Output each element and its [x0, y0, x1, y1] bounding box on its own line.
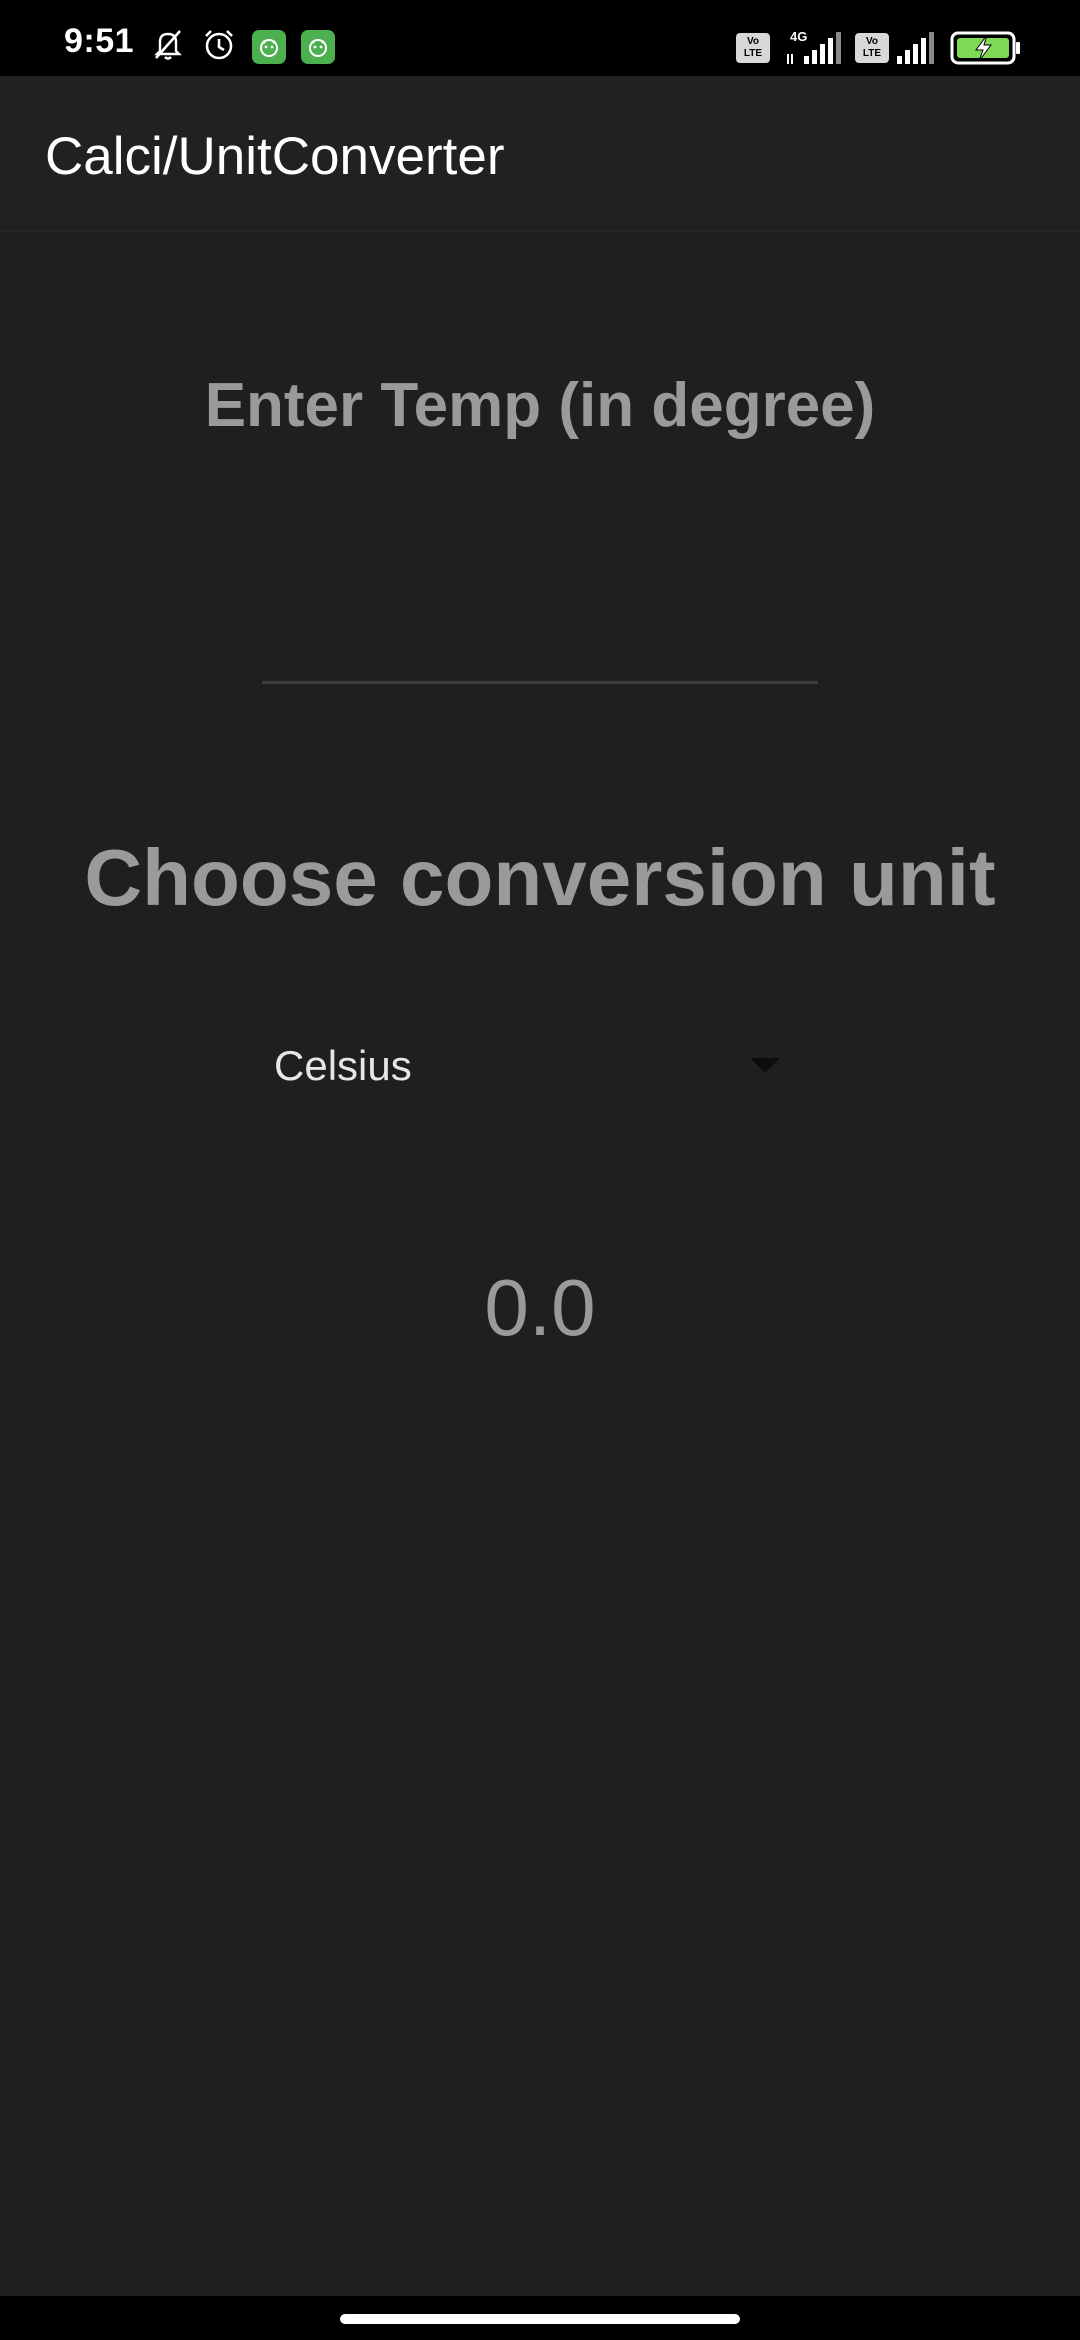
signal-4g-icon — [786, 32, 842, 71]
unit-dropdown[interactable]: Celsius — [262, 1030, 802, 1100]
app-notification-icon — [252, 30, 286, 64]
temp-input[interactable] — [262, 600, 818, 684]
app-title: Calci/UnitConverter — [45, 127, 505, 186]
app-bar: Calci/UnitConverter — [0, 76, 1080, 232]
result-value: 0.0 — [484, 1263, 596, 1352]
volte-icon: Vo LTE — [736, 33, 770, 63]
volte-icon: Vo LTE — [855, 33, 889, 63]
mute-icon — [150, 26, 186, 67]
alarm-icon — [201, 26, 237, 67]
choose-unit-label: Choose conversion unit — [84, 833, 996, 922]
volte-label-top: Vo — [865, 36, 879, 47]
home-indicator[interactable] — [340, 2314, 740, 2324]
app-notification-icon — [301, 30, 335, 64]
status-time: 9:51 — [64, 22, 135, 60]
volte-label-bottom: LTE — [743, 48, 763, 59]
dropdown-arrow-icon — [750, 1058, 780, 1073]
status-bar: 9:51 Vo LTE 4G Vo LTE — [0, 0, 1080, 76]
enter-temp-label: Enter Temp (in degree) — [204, 371, 876, 440]
unit-selected-value: Celsius — [274, 1042, 412, 1089]
screen: 9:51 Vo LTE 4G Vo LTE Calci/UnitConverte… — [0, 0, 1080, 2340]
signal-icon — [895, 32, 937, 71]
volte-label-top: Vo — [746, 36, 760, 47]
battery-charging-icon — [950, 30, 1022, 71]
volte-label-bottom: LTE — [862, 48, 882, 59]
navigation-bar — [0, 2296, 1080, 2340]
